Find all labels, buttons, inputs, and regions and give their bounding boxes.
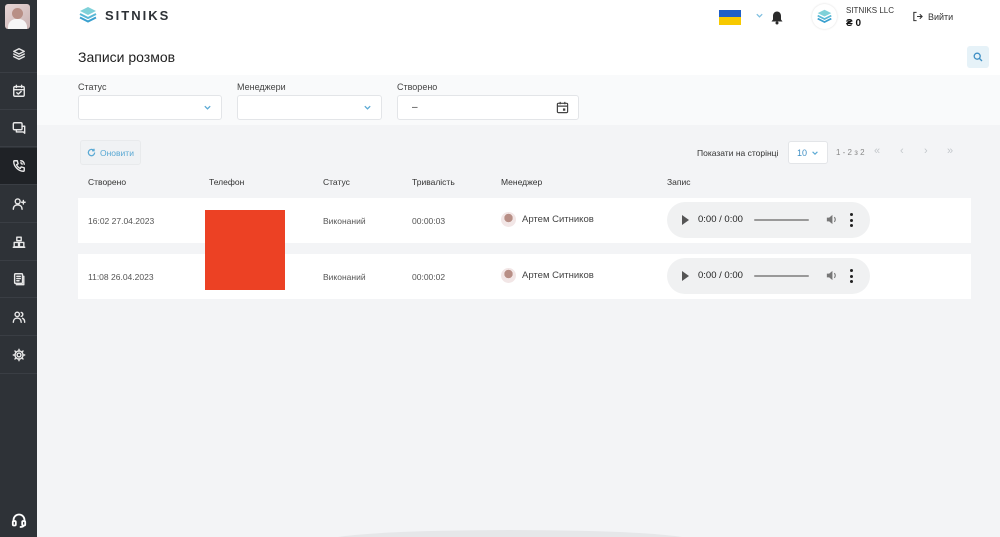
brand-logo[interactable]: SITNIKS	[78, 5, 170, 25]
bottom-shadow	[330, 530, 690, 537]
table-toolbar: Оновити Показати на сторінці 10 1 - 2 з …	[78, 140, 971, 166]
audio-time: 0:00 / 0:00	[698, 270, 743, 281]
page-title: Записи розмов	[78, 49, 176, 65]
manager-name: Артем Ситников	[522, 270, 594, 281]
audio-player[interactable]: 0:00 / 0:00	[667, 202, 870, 238]
sidebar-item-finance[interactable]	[0, 261, 37, 298]
company-name: SITNIKS LLC	[846, 6, 895, 15]
filter-managers-select[interactable]	[237, 95, 382, 120]
per-page-select[interactable]: 10	[788, 141, 828, 164]
chevron-down-icon	[812, 150, 818, 155]
column-header-record[interactable]: Запис	[667, 177, 690, 187]
sidebar-item-messages[interactable]	[0, 110, 37, 147]
sidebar-item-team[interactable]	[0, 299, 37, 336]
per-page-label: Показати на сторінці	[697, 148, 779, 158]
filters-panel: Статус Менеджери Створено –	[37, 75, 1000, 125]
sidebar	[0, 0, 37, 537]
company-logo[interactable]	[812, 4, 837, 29]
volume-icon[interactable]	[825, 213, 838, 226]
volume-icon[interactable]	[825, 269, 838, 282]
sidebar-item-settings[interactable]	[0, 337, 37, 374]
audio-progress-track[interactable]	[754, 219, 809, 221]
bell-icon[interactable]	[770, 10, 784, 25]
users-icon	[12, 311, 25, 323]
documents-icon	[13, 273, 25, 286]
cell-status: Виконаний	[323, 272, 366, 282]
audio-progress-track[interactable]	[754, 275, 809, 277]
manager-name: Артем Ситников	[522, 214, 594, 225]
add-user-icon	[12, 198, 26, 210]
next-page-icon[interactable]: ›	[924, 145, 928, 157]
search-icon	[973, 52, 983, 62]
language-flag-ukraine[interactable]	[719, 10, 741, 25]
support-button[interactable]	[0, 503, 37, 537]
logout-icon	[913, 11, 923, 22]
chevron-down-icon	[364, 105, 371, 110]
refresh-icon	[87, 148, 96, 157]
column-header-created[interactable]: Створено	[88, 177, 126, 187]
logout-label: Вийти	[928, 11, 954, 22]
column-header-phone[interactable]: Телефон	[209, 177, 244, 187]
filter-status-label: Статус	[78, 82, 107, 92]
column-header-status[interactable]: Статус	[323, 177, 350, 187]
cell-created: 11:08 26.04.2023	[88, 272, 154, 282]
prev-page-icon[interactable]: ‹	[900, 145, 904, 157]
column-header-manager[interactable]: Менеджер	[501, 177, 542, 187]
cell-created: 16:02 27.04.2023	[88, 216, 155, 226]
more-options-icon[interactable]	[849, 269, 853, 283]
column-header-duration[interactable]: Тривалість	[412, 177, 455, 187]
warehouse-icon	[12, 236, 25, 248]
search-button[interactable]	[967, 46, 989, 68]
per-page-value: 10	[796, 147, 807, 158]
cell-status: Виконаний	[323, 216, 366, 226]
sitniks-logo-icon	[79, 7, 97, 23]
page-header: Записи розмов	[37, 37, 1000, 75]
cell-manager: Артем Ситников	[501, 268, 594, 283]
first-page-icon[interactable]: «	[874, 145, 880, 157]
play-icon[interactable]	[682, 215, 689, 225]
chevron-down-icon	[204, 105, 211, 110]
filter-created-date[interactable]: –	[397, 95, 579, 120]
sidebar-item-clients[interactable]	[0, 186, 37, 223]
cell-manager: Артем Ситников	[501, 212, 594, 227]
phone-icon	[12, 160, 25, 172]
play-icon[interactable]	[682, 271, 689, 281]
brand-name: SITNIKS	[105, 7, 171, 23]
filter-status-select[interactable]	[78, 95, 222, 120]
chat-icon	[12, 122, 25, 134]
logout-button[interactable]: Вийти	[912, 11, 953, 22]
manager-avatar	[501, 212, 516, 227]
calendar-icon	[12, 84, 25, 97]
sidebar-item-calendar[interactable]	[0, 73, 37, 110]
settings-icon	[12, 348, 25, 362]
company-balance: ₴ 0	[846, 18, 862, 29]
table-header: Створено Телефон Статус Тривалість Менед…	[78, 173, 971, 193]
pagination-info: 1 - 2 з 2	[836, 148, 865, 157]
cell-duration: 00:00:02	[412, 272, 446, 282]
audio-time: 0:00 / 0:00	[698, 214, 743, 225]
filter-created-label: Створено	[397, 82, 438, 92]
manager-avatar	[501, 268, 516, 283]
filter-created-value: –	[412, 102, 418, 113]
layers-icon	[12, 48, 25, 60]
sidebar-item-products[interactable]	[0, 36, 37, 73]
refresh-button[interactable]: Оновити	[80, 140, 141, 165]
user-avatar[interactable]	[5, 4, 30, 29]
sidebar-item-warehouse[interactable]	[0, 224, 37, 261]
company-logo-icon	[817, 9, 832, 23]
audio-player[interactable]: 0:00 / 0:00	[667, 258, 870, 294]
redacted-phone-block	[205, 210, 285, 290]
last-page-icon[interactable]: »	[947, 145, 953, 157]
top-bar: SITNIKS SITNIKS LLC ₴ 0 Вийти	[37, 0, 1000, 37]
sidebar-item-calls[interactable]	[0, 148, 37, 185]
more-options-icon[interactable]	[849, 213, 853, 227]
cell-duration: 00:00:03	[412, 216, 446, 226]
filter-managers-label: Менеджери	[237, 82, 286, 92]
chevron-down-icon[interactable]	[755, 11, 764, 20]
refresh-label: Оновити	[100, 147, 134, 158]
support-headset-icon	[11, 513, 26, 528]
calendar-icon[interactable]	[556, 101, 569, 114]
